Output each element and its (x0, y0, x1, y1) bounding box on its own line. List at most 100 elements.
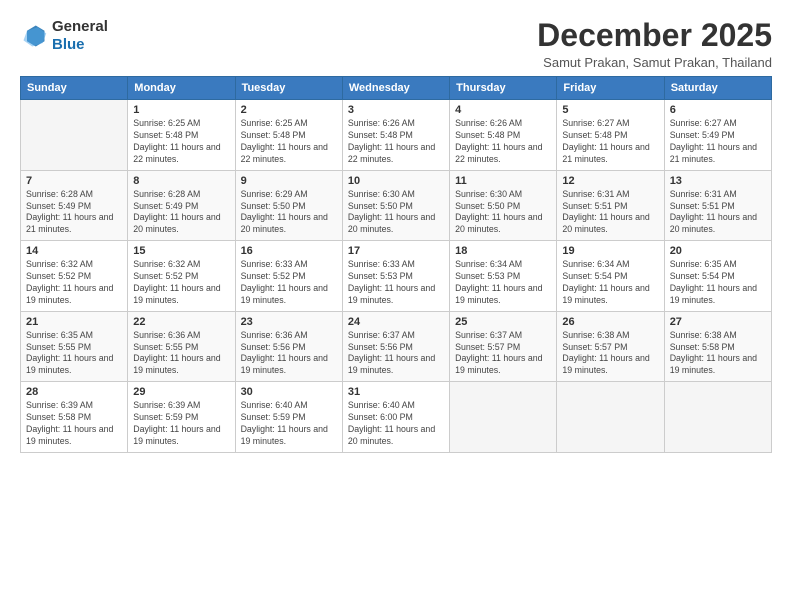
calendar-week-1: 1Sunrise: 6:25 AM Sunset: 5:48 PM Daylig… (21, 100, 772, 171)
day-number: 16 (241, 245, 337, 257)
day-number: 12 (562, 175, 658, 187)
month-title: December 2025 (537, 18, 772, 53)
logo-icon (20, 22, 48, 50)
logo-text: General Blue (52, 18, 108, 54)
calendar-cell: 1Sunrise: 6:25 AM Sunset: 5:48 PM Daylig… (128, 100, 235, 171)
day-info: Sunrise: 6:26 AM Sunset: 5:48 PM Dayligh… (348, 118, 444, 166)
calendar-cell: 3 Sunrise: 6:26 AM Sunset: 5:48 PM Daylig… (342, 100, 449, 171)
day-number: 14 (26, 245, 122, 257)
day-info: Sunrise: 6:38 AM Sunset: 5:57 PM Dayligh… (562, 330, 658, 378)
weekday-header-sunday: Sunday (21, 77, 128, 100)
day-info: Sunrise: 6:29 AM Sunset: 5:50 PM Dayligh… (241, 189, 337, 237)
calendar-cell: 23Sunrise: 6:36 AM Sunset: 5:56 PM Dayli… (235, 311, 342, 382)
calendar-cell: 21Sunrise: 6:35 AM Sunset: 5:55 PM Dayli… (21, 311, 128, 382)
day-number: 20 (670, 245, 766, 257)
day-number: 30 (241, 386, 337, 398)
day-number: 1 (133, 104, 229, 116)
day-number: 27 (670, 316, 766, 328)
day-number: 28 (26, 386, 122, 398)
calendar-cell: 15Sunrise: 6:32 AM Sunset: 5:52 PM Dayli… (128, 241, 235, 312)
day-number: 3 (348, 104, 444, 116)
calendar-cell: 24 Sunrise: 6:37 AM Sunset: 5:56 PM Dayli… (342, 311, 449, 382)
day-number: 7 (26, 175, 122, 187)
calendar-cell (21, 100, 128, 171)
calendar-cell: 8Sunrise: 6:28 AM Sunset: 5:49 PM Daylig… (128, 170, 235, 241)
calendar-cell (450, 382, 557, 453)
title-block: December 2025 Samut Prakan, Samut Prakan… (537, 18, 772, 70)
calendar-cell (557, 382, 664, 453)
calendar-cell (664, 382, 771, 453)
day-info: Sunrise: 6:37 AM Sunset: 5:56 PM Dayligh… (348, 330, 444, 378)
day-number: 4 (455, 104, 551, 116)
day-info: Sunrise: 6:39 AM Sunset: 5:58 PM Dayligh… (26, 400, 122, 448)
calendar-cell: 9 Sunrise: 6:29 AM Sunset: 5:50 PM Daylig… (235, 170, 342, 241)
calendar-cell: 16 Sunrise: 6:33 AM Sunset: 5:52 PM Dayli… (235, 241, 342, 312)
day-info: Sunrise: 6:31 AM Sunset: 5:51 PM Dayligh… (562, 189, 658, 237)
calendar-cell: 12 Sunrise: 6:31 AM Sunset: 5:51 PM Dayli… (557, 170, 664, 241)
calendar-header: SundayMondayTuesdayWednesdayThursdayFrid… (21, 77, 772, 100)
calendar-body: 1Sunrise: 6:25 AM Sunset: 5:48 PM Daylig… (21, 100, 772, 453)
day-number: 23 (241, 316, 337, 328)
day-number: 24 (348, 316, 444, 328)
weekday-header-saturday: Saturday (664, 77, 771, 100)
calendar-week-2: 7 Sunrise: 6:28 AM Sunset: 5:49 PM Daylig… (21, 170, 772, 241)
day-info: Sunrise: 6:32 AM Sunset: 5:52 PM Dayligh… (26, 259, 122, 307)
calendar-cell: 25Sunrise: 6:37 AM Sunset: 5:57 PM Dayli… (450, 311, 557, 382)
day-info: Sunrise: 6:26 AM Sunset: 5:48 PM Dayligh… (455, 118, 551, 166)
day-number: 25 (455, 316, 551, 328)
calendar-cell: 4 Sunrise: 6:26 AM Sunset: 5:48 PM Daylig… (450, 100, 557, 171)
calendar-cell: 20 Sunrise: 6:35 AM Sunset: 5:54 PM Dayli… (664, 241, 771, 312)
calendar-week-4: 21Sunrise: 6:35 AM Sunset: 5:55 PM Dayli… (21, 311, 772, 382)
calendar-page: General Blue December 2025 Samut Prakan,… (0, 0, 792, 612)
day-number: 22 (133, 316, 229, 328)
calendar-cell: 26 Sunrise: 6:38 AM Sunset: 5:57 PM Dayli… (557, 311, 664, 382)
day-number: 18 (455, 245, 551, 257)
calendar-cell: 2Sunrise: 6:25 AM Sunset: 5:48 PM Daylig… (235, 100, 342, 171)
day-info: Sunrise: 6:33 AM Sunset: 5:53 PM Dayligh… (348, 259, 444, 307)
day-number: 8 (133, 175, 229, 187)
day-info: Sunrise: 6:36 AM Sunset: 5:55 PM Dayligh… (133, 330, 229, 378)
day-number: 9 (241, 175, 337, 187)
calendar-cell: 30Sunrise: 6:40 AM Sunset: 5:59 PM Dayli… (235, 382, 342, 453)
day-number: 2 (241, 104, 337, 116)
day-number: 5 (562, 104, 658, 116)
day-info: Sunrise: 6:27 AM Sunset: 5:48 PM Dayligh… (562, 118, 658, 166)
logo: General Blue (20, 18, 108, 54)
weekday-header-friday: Friday (557, 77, 664, 100)
location-subtitle: Samut Prakan, Samut Prakan, Thailand (537, 55, 772, 70)
day-info: Sunrise: 6:34 AM Sunset: 5:54 PM Dayligh… (562, 259, 658, 307)
weekday-header-wednesday: Wednesday (342, 77, 449, 100)
calendar-cell: 19Sunrise: 6:34 AM Sunset: 5:54 PM Dayli… (557, 241, 664, 312)
day-info: Sunrise: 6:27 AM Sunset: 5:49 PM Dayligh… (670, 118, 766, 166)
calendar-cell: 18Sunrise: 6:34 AM Sunset: 5:53 PM Dayli… (450, 241, 557, 312)
calendar-cell: 10 Sunrise: 6:30 AM Sunset: 5:50 PM Dayli… (342, 170, 449, 241)
calendar-week-5: 28 Sunrise: 6:39 AM Sunset: 5:58 PM Dayli… (21, 382, 772, 453)
day-info: Sunrise: 6:30 AM Sunset: 5:50 PM Dayligh… (455, 189, 551, 237)
calendar-cell: 28 Sunrise: 6:39 AM Sunset: 5:58 PM Dayli… (21, 382, 128, 453)
weekday-header-monday: Monday (128, 77, 235, 100)
calendar-cell: 14 Sunrise: 6:32 AM Sunset: 5:52 PM Dayli… (21, 241, 128, 312)
day-info: Sunrise: 6:28 AM Sunset: 5:49 PM Dayligh… (26, 189, 122, 237)
day-info: Sunrise: 6:40 AM Sunset: 6:00 PM Dayligh… (348, 400, 444, 448)
day-number: 6 (670, 104, 766, 116)
day-number: 15 (133, 245, 229, 257)
day-number: 26 (562, 316, 658, 328)
weekday-header-row: SundayMondayTuesdayWednesdayThursdayFrid… (21, 77, 772, 100)
calendar-cell: 27 Sunrise: 6:38 AM Sunset: 5:58 PM Dayli… (664, 311, 771, 382)
day-info: Sunrise: 6:38 AM Sunset: 5:58 PM Dayligh… (670, 330, 766, 378)
day-info: Sunrise: 6:35 AM Sunset: 5:54 PM Dayligh… (670, 259, 766, 307)
calendar-table: SundayMondayTuesdayWednesdayThursdayFrid… (20, 76, 772, 453)
calendar-cell: 17 Sunrise: 6:33 AM Sunset: 5:53 PM Dayli… (342, 241, 449, 312)
header: General Blue December 2025 Samut Prakan,… (20, 18, 772, 70)
day-number: 11 (455, 175, 551, 187)
day-info: Sunrise: 6:30 AM Sunset: 5:50 PM Dayligh… (348, 189, 444, 237)
weekday-header-thursday: Thursday (450, 77, 557, 100)
calendar-cell: 11 Sunrise: 6:30 AM Sunset: 5:50 PM Dayli… (450, 170, 557, 241)
day-number: 10 (348, 175, 444, 187)
calendar-cell: 29Sunrise: 6:39 AM Sunset: 5:59 PM Dayli… (128, 382, 235, 453)
weekday-header-tuesday: Tuesday (235, 77, 342, 100)
day-number: 17 (348, 245, 444, 257)
day-info: Sunrise: 6:31 AM Sunset: 5:51 PM Dayligh… (670, 189, 766, 237)
day-info: Sunrise: 6:39 AM Sunset: 5:59 PM Dayligh… (133, 400, 229, 448)
day-info: Sunrise: 6:33 AM Sunset: 5:52 PM Dayligh… (241, 259, 337, 307)
